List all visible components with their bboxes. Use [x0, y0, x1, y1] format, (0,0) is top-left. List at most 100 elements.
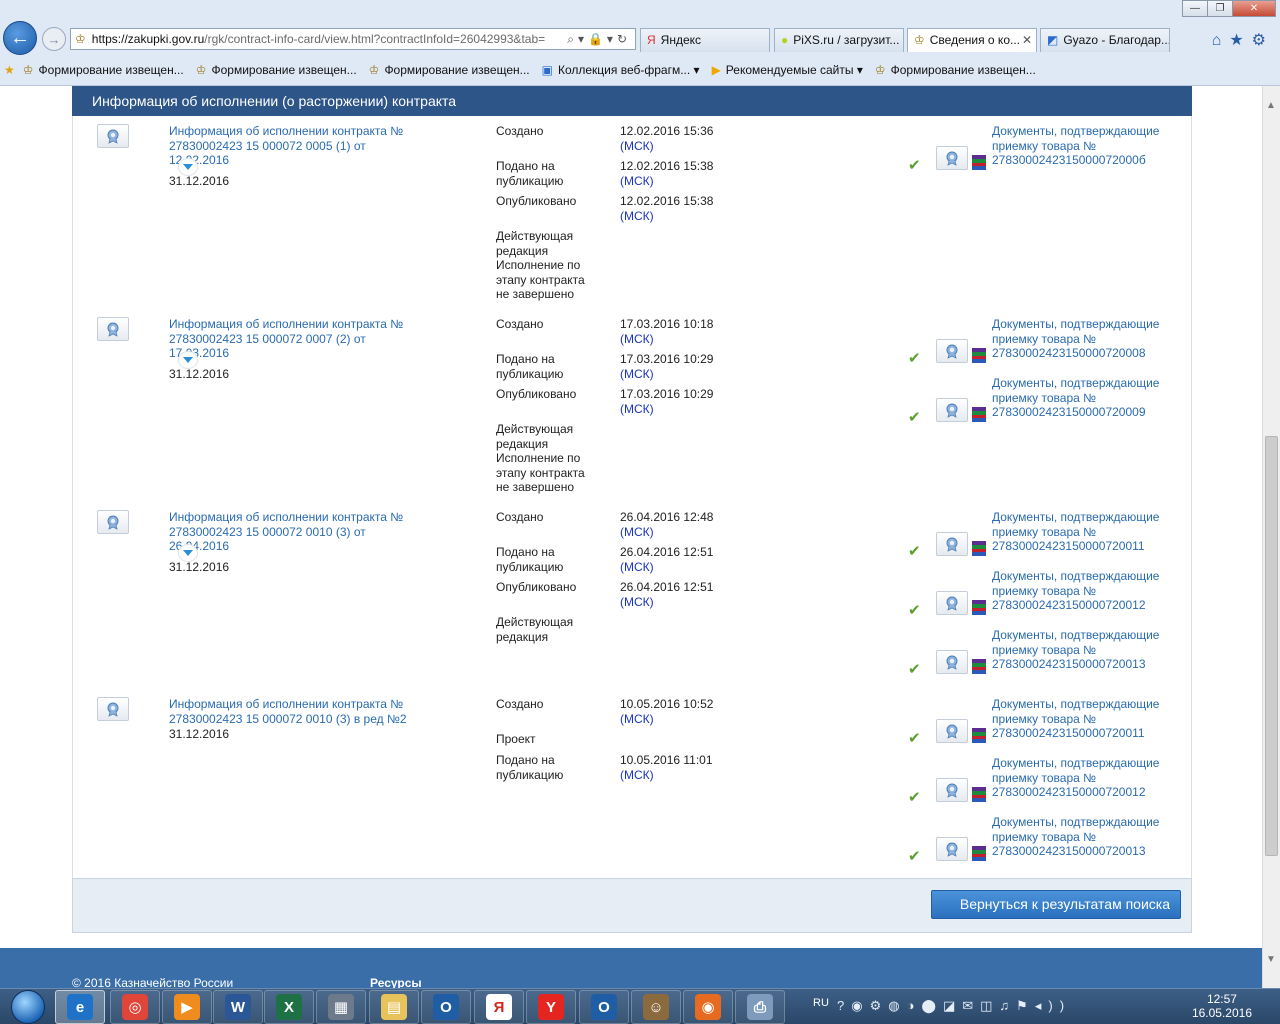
archive-icon[interactable] — [972, 659, 986, 674]
archive-icon[interactable] — [972, 407, 986, 422]
document-link[interactable]: Документы, подтверждающие приемку товара… — [992, 815, 1192, 859]
favorite-item[interactable]: ♔ Формирование извещен... — [196, 63, 357, 77]
status-label: Проект — [496, 732, 536, 746]
certificate-button[interactable] — [97, 124, 129, 148]
document-link[interactable]: Документы, подтверждающие приемку товара… — [992, 124, 1192, 168]
tab-pixs[interactable]: ● PiXS.ru / загрузит... — [774, 28, 904, 52]
resources-link[interactable]: Ресурсы — [370, 976, 422, 988]
close-window-button[interactable]: ✕ — [1232, 0, 1276, 17]
certificate-button[interactable] — [97, 510, 129, 534]
document-link[interactable]: Документы, подтверждающие приемку товара… — [992, 510, 1192, 554]
scroll-down-icon[interactable]: ▼ — [1266, 954, 1276, 965]
taskbar-app-word[interactable]: W — [213, 990, 263, 1024]
status-label: Подано на публикацию — [496, 545, 564, 574]
document-link[interactable]: Документы, подтверждающие приемку товара… — [992, 569, 1192, 613]
status-label: Подано на публикацию — [496, 352, 564, 381]
scrollbar-thumb[interactable] — [1265, 436, 1278, 856]
taskbar-app-yandex[interactable]: Y — [526, 990, 576, 1024]
signature-button[interactable] — [936, 719, 968, 743]
favorite-item[interactable]: ♔ Формирование извещен... — [23, 63, 184, 77]
signature-button[interactable] — [936, 398, 968, 422]
scroll-up-icon[interactable]: ▲ — [1266, 100, 1276, 111]
favorite-item[interactable]: ▣ Коллекция веб-фрагм... ▾ — [542, 63, 700, 77]
forward-button[interactable]: → — [42, 27, 66, 51]
checkmark-icon: ✔ — [908, 409, 921, 426]
record-title-link[interactable]: Информация об исполнении контракта № 278… — [169, 697, 429, 726]
page-scrollbar[interactable]: ▲ ▼ — [1262, 86, 1280, 988]
signature-button[interactable] — [936, 339, 968, 363]
execution-record: Информация об исполнении контракта № 278… — [73, 502, 1191, 692]
archive-icon[interactable] — [972, 155, 986, 170]
status-label: Подано на публикацию — [496, 159, 564, 188]
close-tab-icon[interactable]: ✕ — [1022, 33, 1032, 47]
browser-tools: ⌂★⚙ — [1212, 30, 1274, 50]
taskbar-app-firefox[interactable]: ◉ — [683, 990, 733, 1024]
document-link[interactable]: Документы, подтверждающие приемку товара… — [992, 697, 1192, 741]
favorite-item[interactable]: ▶ Рекомендуемые сайты ▾ — [712, 63, 863, 77]
taskbar-app-media[interactable]: ▶ — [162, 990, 212, 1024]
archive-icon[interactable] — [972, 348, 986, 363]
signature-button[interactable] — [936, 650, 968, 674]
minimize-button[interactable]: — — [1182, 0, 1208, 17]
settings-gear-icon[interactable]: ⚙ — [1252, 32, 1274, 49]
document-link[interactable]: Документы, подтверждающие приемку товара… — [992, 376, 1192, 420]
tab-label: PiXS.ru / загрузит... — [793, 33, 900, 47]
address-tools[interactable]: ⌕▾🔒▾↻ — [567, 32, 631, 47]
scanner-icon: ⎙ — [747, 994, 773, 1020]
taskbar-app-outlook[interactable]: O — [421, 990, 471, 1024]
user-app-icon: ☺ — [643, 994, 669, 1020]
checkmark-icon: ✔ — [908, 543, 921, 560]
tab-contract-info[interactable]: ♔ Сведения о ко... ✕ — [907, 28, 1037, 52]
status-label: Создано — [496, 510, 544, 524]
record-title-link[interactable]: Информация об исполнении контракта № 278… — [169, 124, 429, 168]
tab-gyazo[interactable]: ◩ Gyazo - Благодар... — [1040, 28, 1170, 52]
signature-button[interactable] — [936, 778, 968, 802]
signature-button[interactable] — [936, 532, 968, 556]
clock[interactable]: 12:57 16.05.2016 — [1192, 992, 1252, 1020]
favorites-star-icon[interactable]: ★ — [1229, 32, 1251, 49]
taskbar-app-ie[interactable]: e — [55, 990, 105, 1024]
signature-button[interactable] — [936, 591, 968, 615]
archive-icon[interactable] — [972, 541, 986, 556]
document-link[interactable]: Документы, подтверждающие приемку товара… — [992, 756, 1192, 800]
window-controls: — ❐ ✕ — [1182, 0, 1276, 17]
back-button[interactable]: ← — [3, 21, 37, 55]
certificate-icon — [944, 595, 960, 611]
favorites-star-icon[interactable]: ★ — [4, 63, 15, 77]
document-link[interactable]: Документы, подтверждающие приемку товара… — [992, 628, 1192, 672]
document-link[interactable]: Документы, подтверждающие приемку товара… — [992, 317, 1192, 361]
yandex-icon: Я — [647, 33, 656, 47]
word-icon: W — [225, 994, 251, 1020]
record-title-link[interactable]: Информация об исполнении контракта № 278… — [169, 510, 429, 554]
taskbar-app-chrome[interactable]: ◎ — [110, 990, 160, 1024]
language-indicator[interactable]: RU — [813, 997, 829, 1009]
copyright: © 2016 Казначейство России — [72, 976, 234, 988]
signature-button[interactable] — [936, 146, 968, 170]
status-value: 17.03.2016 10:29 (МСК) — [620, 387, 713, 416]
certificate-button[interactable] — [97, 317, 129, 341]
address-bar[interactable]: ♔ https://zakupki.gov.ru/rgk/contract-in… — [70, 28, 636, 50]
back-to-results-button[interactable]: Вернуться к результатам поиска — [930, 890, 1181, 919]
archive-icon[interactable] — [972, 728, 986, 743]
ie-icon: e — [67, 994, 93, 1020]
taskbar-app-excel[interactable]: X — [264, 990, 314, 1024]
favorite-item[interactable]: ♔ Формирование извещен... — [369, 63, 530, 77]
signature-button[interactable] — [936, 837, 968, 861]
tray-icons[interactable]: ?◉⚙◍◑⬤◪✉◫♫⚑◂)) — [837, 998, 1071, 1014]
archive-icon[interactable] — [972, 787, 986, 802]
taskbar-app-yandex-browser[interactable]: Я — [474, 990, 524, 1024]
archive-icon[interactable] — [972, 846, 986, 861]
taskbar-app-outlook-2[interactable]: O — [579, 990, 629, 1024]
tab-yandex[interactable]: Я Яндекс — [640, 28, 770, 52]
home-icon[interactable]: ⌂ — [1212, 32, 1230, 49]
taskbar-app-explorer[interactable]: ▤ — [369, 990, 419, 1024]
certificate-button[interactable] — [97, 697, 129, 721]
taskbar-app-calculator[interactable]: ▦ — [316, 990, 366, 1024]
record-title-link[interactable]: Информация об исполнении контракта № 278… — [169, 317, 429, 361]
start-button[interactable] — [4, 989, 52, 1024]
taskbar-app-user-app[interactable]: ☺ — [631, 990, 681, 1024]
archive-icon[interactable] — [972, 600, 986, 615]
taskbar-app-scanner[interactable]: ⎙ — [735, 990, 785, 1024]
favorite-item[interactable]: ♔ Формирование извещен... — [875, 63, 1036, 77]
maximize-button[interactable]: ❐ — [1207, 0, 1233, 17]
